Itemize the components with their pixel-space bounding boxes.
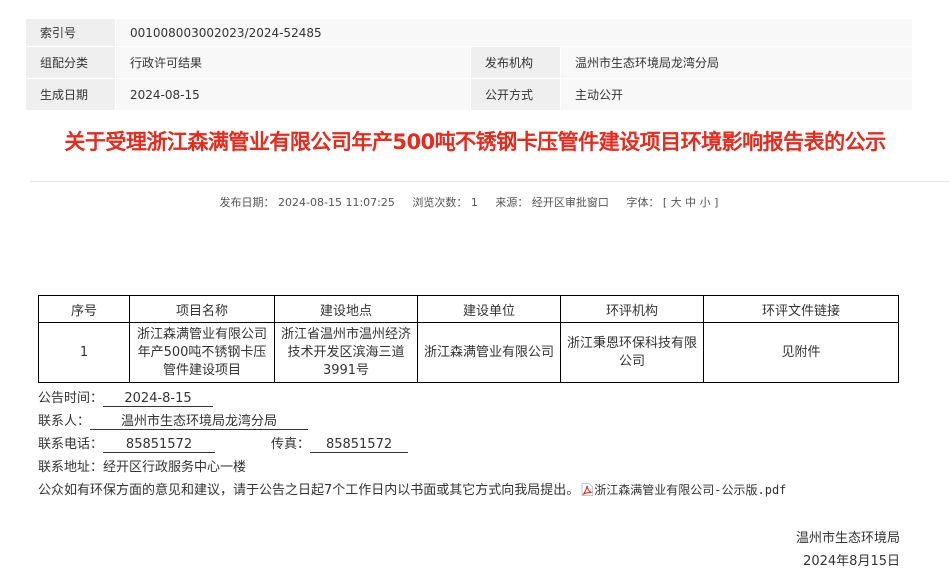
address-value: 经开区行政服务中心一楼	[103, 460, 247, 475]
meta-row-category: 组配分类 行政许可结果 发布机构 温州市生态环境局龙湾分局	[25, 46, 913, 79]
project-table-header: 序号 项目名称 建设地点 建设单位 环评机构 环评文件链接	[38, 295, 899, 323]
pdf-file-icon	[581, 483, 594, 496]
article-info-bar: 发布日期： 2024-08-15 11:07:25 浏览次数： 1 来源： 经开…	[0, 194, 938, 210]
publisher-value: 温州市生态环境局龙湾分局	[560, 46, 913, 79]
cell-location: 浙江省温州市温州经济技术开发区滨海三道3991号	[274, 322, 418, 383]
fax-label: 传真：	[271, 437, 311, 452]
category-value: 行政许可结果	[115, 46, 471, 79]
contact-label: 联系人：	[38, 414, 91, 429]
statement-text: 公众如有环保方面的意见和建议，请于公告之日起7个工作日内以书面或其它方式向我局提…	[38, 483, 580, 498]
address-label: 联系地址：	[38, 460, 104, 475]
category-label: 组配分类	[25, 46, 116, 79]
publisher-label: 发布机构	[470, 46, 561, 79]
document-meta-table: 索引号 001008003002023/2024-52485 组配分类 行政许可…	[25, 18, 913, 111]
phone-label: 联系电话：	[38, 437, 104, 452]
notice-time-label: 公告时间：	[38, 391, 104, 406]
phone-value: 85851572	[103, 437, 216, 453]
index-value: 001008003002023/2024-52485	[115, 18, 913, 47]
project-table: 序号 项目名称 建设地点 建设单位 环评机构 环评文件链接 1 浙江森满管业有限…	[38, 295, 899, 383]
font-size-large-link[interactable]: 大	[671, 194, 682, 210]
date-value: 2024-08-15	[115, 78, 471, 111]
contact-line: 联系人： 温州市生态环境局龙湾分局	[38, 410, 309, 430]
date-label: 生成日期	[25, 78, 116, 111]
header-builder: 建设单位	[417, 295, 561, 323]
cell-seq: 1	[38, 322, 130, 383]
font-size-bracket-open: [	[662, 196, 668, 209]
notice-time-value: 2024-8-15	[103, 391, 214, 407]
signature-org: 温州市生态环境局	[795, 531, 900, 546]
font-size-small-link[interactable]: 小	[700, 194, 711, 210]
header-project-name: 项目名称	[129, 295, 275, 323]
attachment-link[interactable]: 浙江森满管业有限公司-公示版.pdf	[594, 483, 786, 497]
disclosure-value: 主动公开	[560, 78, 913, 111]
article-source: 来源： 经开区审批窗口	[495, 196, 609, 209]
phone-fax-line: 联系电话： 85851572 传真： 85851572	[38, 433, 409, 453]
font-size-bracket-close: ]	[714, 196, 719, 209]
meta-row-date: 生成日期 2024-08-15 公开方式 主动公开	[25, 78, 913, 111]
cell-eia-link: 见附件	[703, 322, 899, 383]
fax-value: 85851572	[310, 437, 409, 453]
address-line: 联系地址：经开区行政服务中心一楼	[38, 456, 246, 475]
contact-value: 温州市生态环境局龙湾分局	[90, 414, 309, 430]
font-size-label: 字体：	[626, 196, 660, 209]
table-row: 1 浙江森满管业有限公司年产500吨不锈钢卡压管件建设项目 浙江省温州市温州经济…	[38, 322, 899, 383]
font-size-medium-link[interactable]: 中	[685, 194, 696, 210]
cell-eia-agency: 浙江秉恩环保科技有限公司	[560, 322, 704, 383]
index-label: 索引号	[25, 18, 116, 47]
header-eia-link: 环评文件链接	[703, 295, 899, 323]
signature-date: 2024年8月15日	[803, 554, 900, 569]
title-divider	[30, 181, 950, 182]
publish-date: 发布日期： 2024-08-15 11:07:25	[219, 196, 395, 209]
page-title: 关于受理浙江森满管业有限公司年产500吨不锈钢卡压管件建设项目环境影响报告表的公…	[64, 130, 886, 154]
meta-row-index: 索引号 001008003002023/2024-52485	[25, 18, 913, 47]
cell-project-name: 浙江森满管业有限公司年产500吨不锈钢卡压管件建设项目	[129, 322, 275, 383]
disclosure-label: 公开方式	[470, 78, 561, 111]
header-seq: 序号	[38, 295, 130, 323]
view-count: 浏览次数： 1	[412, 196, 478, 209]
header-eia-agency: 环评机构	[560, 295, 704, 323]
notice-time-line: 公告时间： 2024-8-15	[38, 387, 214, 407]
cell-builder: 浙江森满管业有限公司	[417, 322, 561, 383]
header-location: 建设地点	[274, 295, 418, 323]
statement-line: 公众如有环保方面的意见和建议，请于公告之日起7个工作日内以书面或其它方式向我局提…	[38, 479, 786, 498]
